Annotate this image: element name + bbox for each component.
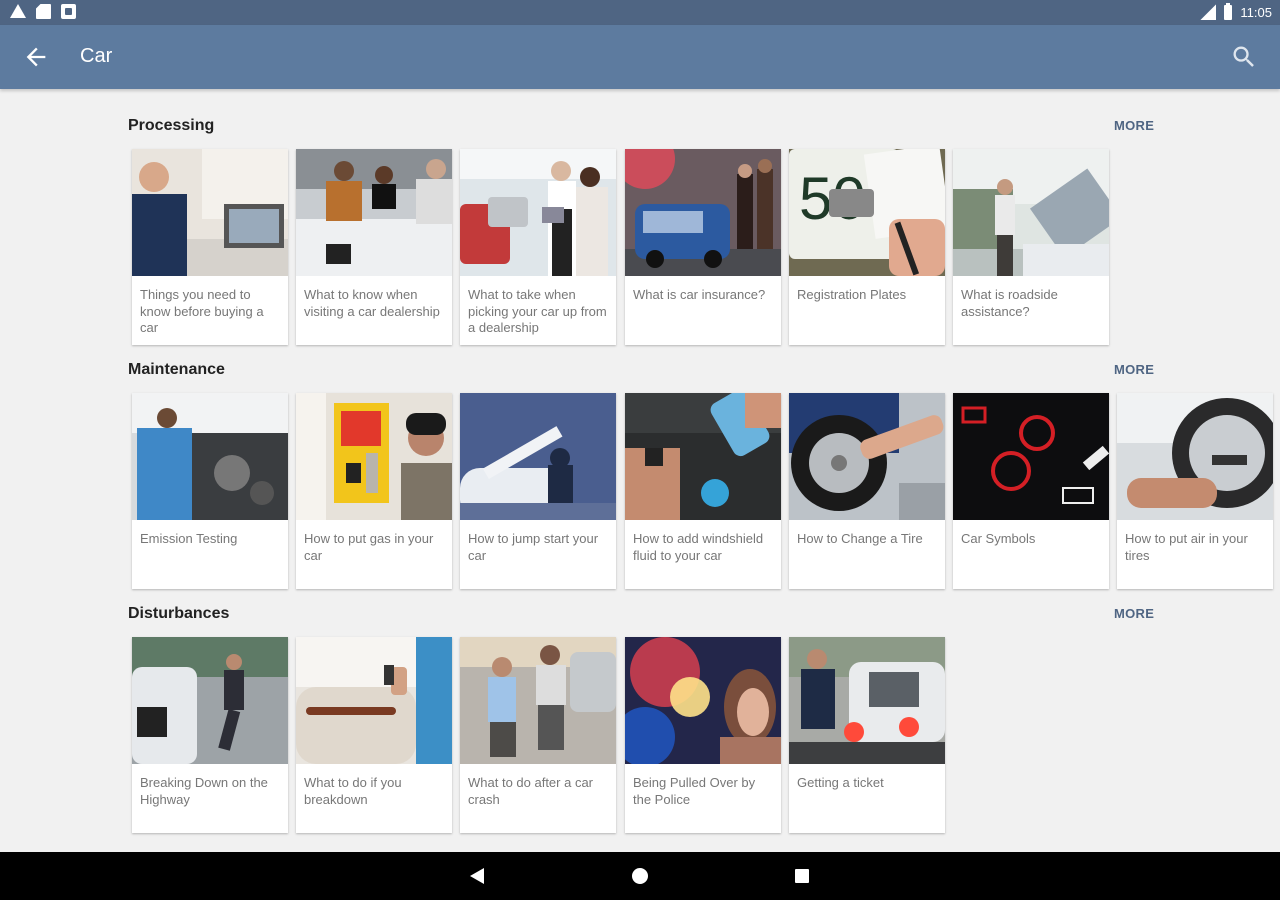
page-title: Car <box>80 45 113 67</box>
card-label: What to do if you breakdown <box>304 775 402 807</box>
card-label: Things you need to know before buying a … <box>140 287 264 335</box>
card-image <box>625 393 781 520</box>
battery-icon <box>1224 2 1233 20</box>
card-label: What is car insurance? <box>633 287 766 302</box>
card-car-symbols[interactable]: Car Symbols <box>953 393 1109 589</box>
app-bar: Car <box>0 25 1280 89</box>
card-label: How to Change a Tire <box>797 531 923 546</box>
card-breaking-down-highway[interactable]: Breaking Down on the Highway <box>132 637 288 833</box>
card-label: Being Pulled Over by the Police <box>633 775 756 807</box>
card-label: What to take when picking your car up fr… <box>468 287 607 335</box>
card-pulled-over-police[interactable]: Being Pulled Over by the Police <box>625 637 781 833</box>
card-image <box>460 149 616 276</box>
card-image <box>625 637 781 764</box>
card-image <box>296 637 452 764</box>
card-image <box>1117 393 1273 520</box>
search-icon[interactable] <box>1230 43 1258 71</box>
card-label: Emission Testing <box>140 531 238 546</box>
card-label: How to add windshield fluid to your car <box>633 531 764 563</box>
card-image <box>625 149 781 276</box>
card-jump-start[interactable]: How to jump start your car <box>460 393 616 589</box>
arrow-left-icon[interactable] <box>22 43 50 71</box>
card-breakdown[interactable]: What to do if you breakdown <box>296 637 452 833</box>
card-image <box>789 637 945 764</box>
card-label: Car Symbols <box>961 531 1036 546</box>
card-registration-plates[interactable]: 50 Registration Plates <box>789 149 945 345</box>
card-picking-up-car[interactable]: What to take when picking your car up fr… <box>460 149 616 345</box>
status-bar: 11:05 <box>0 0 1280 25</box>
sd-card-icon <box>36 4 51 19</box>
notification-icon <box>61 4 76 19</box>
card-roadside-assistance[interactable]: What is roadside assistance? <box>953 149 1109 345</box>
signal-icon <box>1200 4 1217 20</box>
card-image <box>460 637 616 764</box>
card-image <box>132 149 288 276</box>
card-label: How to jump start your car <box>468 531 599 563</box>
nav-back-icon[interactable] <box>470 868 484 884</box>
more-button[interactable]: MORE <box>1114 606 1154 621</box>
card-image <box>132 393 288 520</box>
card-image <box>132 637 288 764</box>
section-title: Maintenance <box>128 361 225 378</box>
card-label: What is roadside assistance? <box>961 287 1058 319</box>
card-label: Registration Plates <box>797 287 907 302</box>
nav-recents-icon[interactable] <box>795 869 809 883</box>
card-car-dealership[interactable]: What to know when visiting a car dealers… <box>296 149 452 345</box>
card-image <box>953 393 1109 520</box>
content-scroll[interactable]: Processing MORE Things you need to know … <box>0 89 1280 852</box>
card-buying-car[interactable]: Things you need to know before buying a … <box>132 149 288 345</box>
card-getting-ticket[interactable]: Getting a ticket <box>789 637 945 833</box>
card-image <box>953 149 1109 276</box>
card-image <box>296 149 452 276</box>
more-button[interactable]: MORE <box>1114 362 1154 377</box>
card-label: What to do after a car crash <box>468 775 594 807</box>
card-windshield-fluid[interactable]: How to add windshield fluid to your car <box>625 393 781 589</box>
card-image <box>460 393 616 520</box>
card-emission-testing[interactable]: Emission Testing <box>132 393 288 589</box>
card-label: Breaking Down on the Highway <box>140 775 268 807</box>
card-image <box>789 393 945 520</box>
warning-icon <box>10 4 26 18</box>
more-button[interactable]: MORE <box>1114 118 1154 133</box>
card-image <box>296 393 452 520</box>
card-car-insurance[interactable]: What is car insurance? <box>625 149 781 345</box>
card-label: Getting a ticket <box>797 775 884 790</box>
section-title: Processing <box>128 117 215 134</box>
nav-home-icon[interactable] <box>632 868 648 884</box>
card-change-tire[interactable]: How to Change a Tire <box>789 393 945 589</box>
card-image: 50 <box>789 149 945 276</box>
card-after-car-crash[interactable]: What to do after a car crash <box>460 637 616 833</box>
card-put-air-tires[interactable]: How to put air in your tires <box>1117 393 1273 589</box>
card-put-gas[interactable]: How to put gas in your car <box>296 393 452 589</box>
status-time: 11:05 <box>1240 4 1272 20</box>
card-label: How to put air in your tires <box>1125 531 1248 563</box>
card-label: How to put gas in your car <box>304 531 434 563</box>
card-label: What to know when visiting a car dealers… <box>304 287 440 319</box>
section-title: Disturbances <box>128 605 230 622</box>
system-nav-bar <box>0 852 1280 900</box>
